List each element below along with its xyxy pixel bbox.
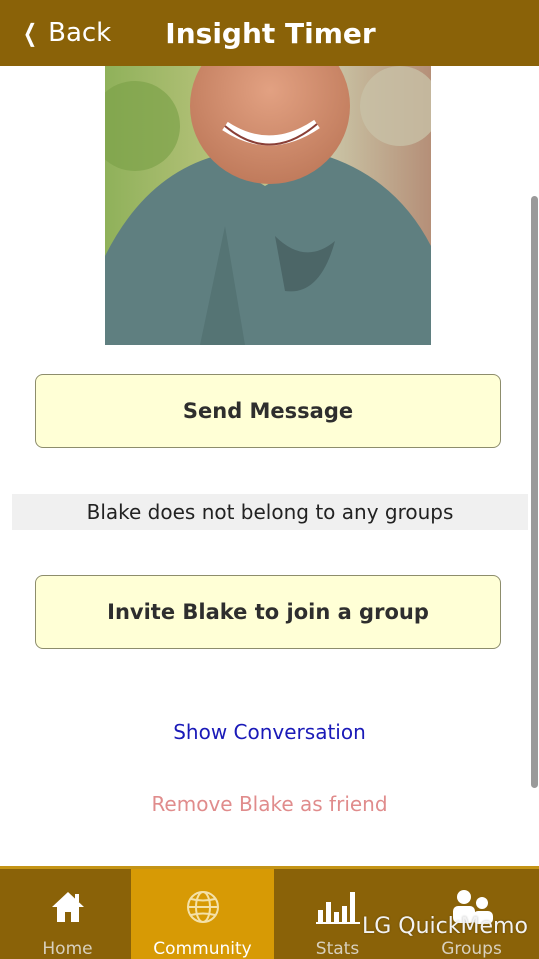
page-title: Insight Timer	[165, 16, 376, 50]
send-message-button[interactable]: Send Message	[35, 374, 501, 448]
remove-friend-link[interactable]: Remove Blake as friend	[0, 792, 539, 816]
tab-home[interactable]: Home	[0, 869, 135, 959]
groups-status: Blake does not belong to any groups	[12, 494, 528, 530]
globe-icon	[185, 889, 221, 925]
tab-label: Stats	[315, 939, 360, 959]
scrollbar[interactable]	[531, 196, 538, 788]
bar-chart-icon	[315, 889, 360, 925]
show-conversation-link[interactable]: Show Conversation	[0, 720, 539, 744]
tab-label: Community	[153, 939, 252, 959]
invite-to-group-button[interactable]: Invite Blake to join a group	[35, 575, 501, 649]
tab-label: Home	[42, 939, 93, 959]
quickmemo-watermark: LG QuickMemo	[362, 914, 528, 939]
app-header: ❮ Back Insight Timer	[0, 0, 539, 66]
bottom-tab-bar: Home Community Stats Groups	[0, 866, 539, 959]
profile-photo	[105, 66, 431, 345]
tab-community[interactable]: Community	[131, 869, 274, 959]
home-icon	[51, 889, 85, 925]
tab-label: Groups	[441, 939, 502, 959]
